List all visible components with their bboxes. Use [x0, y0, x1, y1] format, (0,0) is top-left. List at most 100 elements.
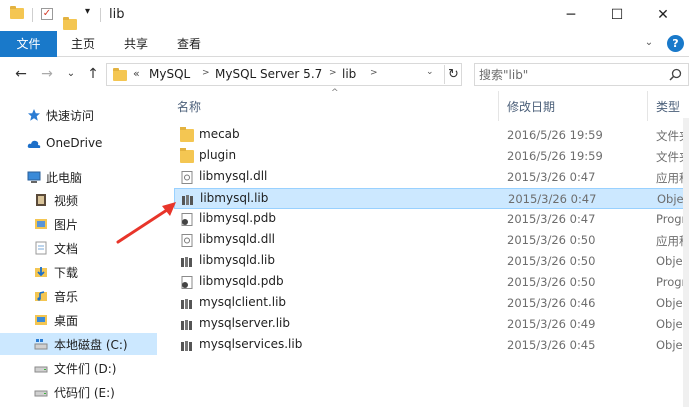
nav-item-label: 文件们 (D:)	[54, 362, 117, 376]
drive-icon	[34, 339, 48, 350]
cloud-icon	[27, 140, 41, 148]
drive-icon	[34, 390, 48, 397]
customize-quick-access-icon[interactable]: ▾	[85, 6, 90, 17]
nav-item-drive-d[interactable]: 文件们 (D:)	[0, 357, 157, 379]
file-name: plugin	[199, 148, 237, 162]
nav-item-downloads[interactable]: 下载	[0, 261, 157, 283]
recent-locations-button[interactable]: ⌄	[62, 65, 80, 83]
nav-item-desktop[interactable]: 桌面	[0, 309, 157, 331]
nav-item-this-pc[interactable]: 此电脑	[0, 166, 157, 188]
address-overflow-icon[interactable]: «	[133, 67, 140, 80]
file-name: mecab	[199, 127, 240, 141]
breadcrumb-lib[interactable]: lib	[342, 67, 356, 81]
breadcrumb-mysql[interactable]: MySQL	[149, 67, 190, 81]
nav-item-music[interactable]: 音乐	[0, 285, 157, 307]
file-date: 2015/3/26 0:49	[507, 317, 596, 331]
address-history-dropdown-icon[interactable]: ⌄	[426, 67, 434, 77]
tab-file[interactable]: 文件	[0, 31, 57, 57]
annotation-arrow-icon	[116, 202, 176, 244]
file-date: 2015/3/26 0:47	[507, 170, 596, 184]
search-input[interactable]	[479, 65, 659, 84]
expand-ribbon-icon[interactable]: ⌄	[642, 36, 656, 50]
nav-item-onedrive[interactable]: OneDrive	[0, 133, 157, 155]
folder-icon	[113, 68, 127, 81]
sort-ascending-icon: ^	[331, 88, 339, 98]
column-divider[interactable]	[498, 91, 499, 121]
column-header-date[interactable]: 修改日期	[507, 98, 555, 118]
tab-home[interactable]: 主页	[57, 31, 109, 57]
file-row[interactable]: libmysqld.dll 2015/3/26 0:50 应用程序扩展	[174, 230, 689, 251]
breadcrumb-chevron-icon[interactable]: >	[329, 68, 337, 78]
pdb-file-icon	[181, 276, 193, 289]
file-row[interactable]: libmysqld.pdb 2015/3/26 0:50 Program Deb…	[174, 272, 689, 293]
search-icon[interactable]	[669, 68, 682, 81]
file-name: libmysqld.dll	[199, 232, 275, 246]
star-icon	[28, 109, 40, 121]
file-name: libmysqld.pdb	[199, 274, 284, 288]
lib-file-icon	[181, 341, 192, 351]
properties-icon[interactable]: ✓	[41, 8, 53, 20]
nav-item-label: 视频	[54, 194, 79, 208]
drive-icon	[34, 366, 48, 373]
lib-file-icon	[181, 320, 192, 330]
folder-icon	[180, 148, 194, 163]
file-date: 2015/3/26 0:47	[507, 212, 596, 226]
close-button[interactable]: ✕	[640, 0, 686, 30]
column-divider[interactable]	[647, 91, 648, 121]
nav-item-drive-e[interactable]: 代码们 (E:)	[0, 381, 157, 403]
file-row[interactable]: mysqlserver.lib 2015/3/26 0:49 Object Fi…	[174, 314, 689, 335]
new-folder-icon[interactable]	[63, 17, 77, 30]
file-row[interactable]: plugin 2016/5/26 19:59 文件夹	[174, 146, 689, 167]
title-divider	[100, 8, 101, 22]
file-name: libmysql.lib	[200, 191, 269, 205]
documents-folder-icon	[35, 241, 47, 255]
search-box[interactable]	[474, 63, 689, 86]
file-row-selected[interactable]: libmysql.lib 2015/3/26 0:47 Object File …	[174, 188, 689, 209]
nav-item-label: 图片	[54, 218, 79, 232]
column-header-type[interactable]: 类型	[656, 98, 680, 118]
breadcrumb-chevron-icon[interactable]: >	[370, 68, 378, 78]
file-name: libmysql.dll	[199, 169, 268, 183]
tab-share[interactable]: 共享	[109, 31, 163, 57]
file-row[interactable]: libmysqld.lib 2015/3/26 0:50 Object File…	[174, 251, 689, 272]
file-row[interactable]: libmysql.pdb 2015/3/26 0:47 Program Debu…	[174, 209, 689, 230]
maximize-button[interactable]: ☐	[594, 0, 640, 30]
help-icon[interactable]: ?	[667, 35, 684, 52]
address-row: ← → ⌄ ↑ « MySQL > MySQL Server 5.7 > lib…	[0, 57, 689, 91]
nav-item-label: 快速访问	[46, 109, 95, 123]
folder-icon	[180, 127, 194, 142]
up-button[interactable]: ↑	[84, 65, 102, 83]
nav-item-label: 代码们 (E:)	[54, 386, 115, 400]
nav-item-label: OneDrive	[46, 136, 103, 150]
column-header-name[interactable]: 名称	[177, 98, 201, 118]
quick-access-divider	[32, 8, 33, 22]
lib-file-icon	[181, 299, 192, 309]
file-row[interactable]: libmysql.dll 2015/3/26 0:47 应用程序扩展	[174, 167, 689, 188]
file-name: libmysqld.lib	[199, 253, 275, 267]
nav-item-quick-access[interactable]: 快速访问	[0, 104, 157, 126]
vertical-scrollbar[interactable]	[683, 118, 689, 407]
refresh-button[interactable]: ↻	[444, 65, 462, 84]
file-date: 2015/3/26 0:50	[507, 275, 596, 289]
file-row[interactable]: mecab 2016/5/26 19:59 文件夹	[174, 125, 689, 146]
lib-file-icon	[181, 257, 192, 267]
minimize-button[interactable]: ─	[548, 0, 594, 30]
breadcrumb-mysql-server[interactable]: MySQL Server 5.7	[215, 67, 322, 81]
file-name: mysqlclient.lib	[199, 295, 287, 309]
file-date: 2015/3/26 0:46	[507, 296, 596, 310]
breadcrumb-chevron-icon[interactable]: >	[202, 68, 210, 78]
ribbon: 文件 主页 共享 查看 ⌄ ?	[0, 31, 689, 57]
file-name: mysqlservices.lib	[199, 337, 303, 351]
forward-button[interactable]: →	[38, 65, 56, 83]
nav-item-label: 文档	[54, 242, 79, 256]
back-button[interactable]: ←	[12, 65, 30, 83]
address-bar[interactable]: « MySQL > MySQL Server 5.7 > lib > ⌄ ↻	[106, 63, 462, 86]
file-row[interactable]: mysqlservices.lib 2015/3/26 0:45 Object …	[174, 335, 689, 356]
nav-item-local-disk-c[interactable]: 本地磁盘 (C:)	[0, 333, 157, 355]
downloads-folder-icon	[35, 267, 47, 277]
nav-item-label: 桌面	[54, 314, 79, 328]
file-date: 2015/3/26 0:45	[507, 338, 596, 352]
pictures-folder-icon	[35, 219, 47, 229]
file-row[interactable]: mysqlclient.lib 2015/3/26 0:46 Object Fi…	[174, 293, 689, 314]
tab-view[interactable]: 查看	[163, 31, 215, 57]
